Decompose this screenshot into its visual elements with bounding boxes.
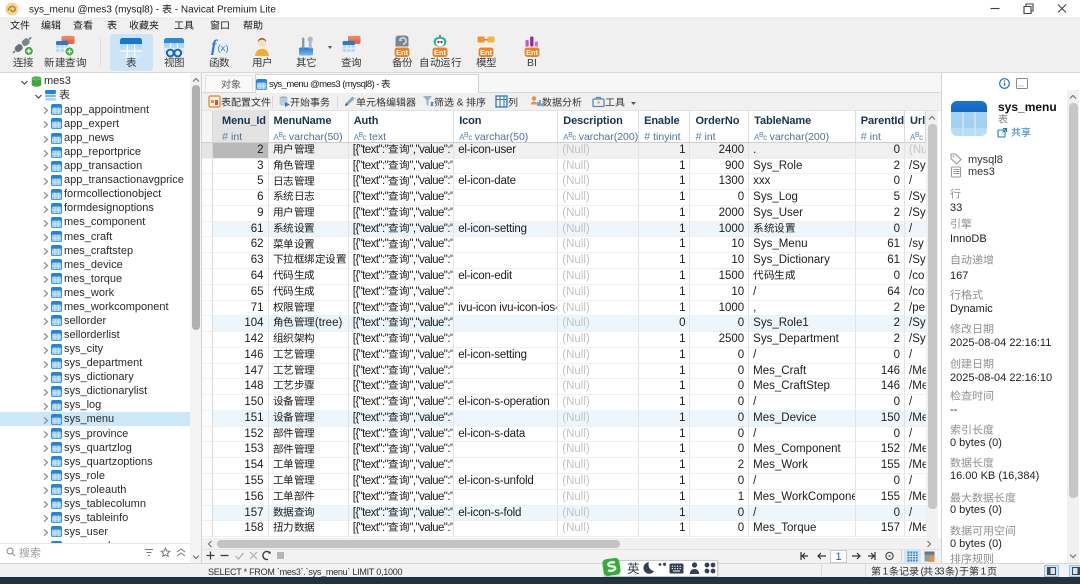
svg-text:Ent: Ent bbox=[396, 48, 409, 57]
svg-text:Ent: Ent bbox=[480, 48, 493, 57]
svg-text:Ent: Ent bbox=[526, 48, 539, 57]
svg-text:Ent: Ent bbox=[434, 48, 447, 57]
svg-text:(x): (x) bbox=[218, 43, 229, 54]
